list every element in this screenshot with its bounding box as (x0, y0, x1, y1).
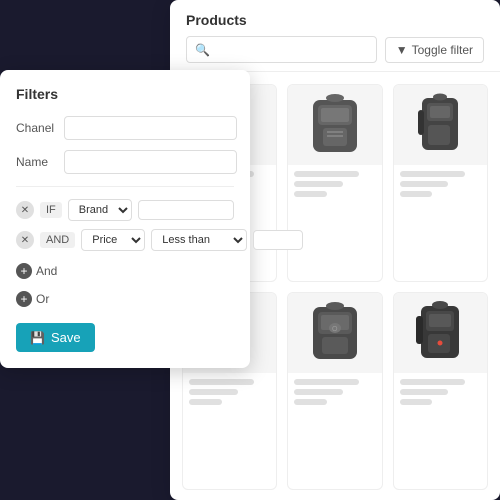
condition-2-field-select[interactable]: Price Brand Name (81, 229, 145, 251)
add-condition-button[interactable]: + And (16, 259, 57, 283)
products-title: Products (186, 12, 484, 28)
product-card[interactable] (287, 84, 382, 282)
product-line (400, 181, 449, 187)
add-group-button[interactable]: + Or (16, 287, 49, 311)
product-line (400, 379, 465, 385)
filters-title: Filters (16, 86, 234, 102)
save-icon: 💾 (30, 331, 45, 345)
filter-field-name: Name (16, 150, 234, 174)
product-line (294, 399, 327, 405)
product-image (288, 85, 381, 165)
search-input[interactable] (214, 42, 368, 57)
product-card[interactable] (393, 84, 488, 282)
product-image: O (288, 293, 381, 373)
condition-1-value-input[interactable] (138, 200, 234, 220)
filter-chanel-input[interactable] (64, 116, 237, 140)
product-card[interactable] (393, 292, 488, 490)
filter-name-input[interactable] (64, 150, 237, 174)
filter-condition-row-1: ✕ IF Brand Price Name (16, 199, 234, 221)
add-condition-label: And (36, 264, 57, 278)
filters-panel: Filters Chanel Name ✕ IF Brand Price Nam… (0, 70, 250, 368)
product-image (394, 293, 487, 373)
product-line (400, 191, 433, 197)
toggle-filter-button[interactable]: ▼ Toggle filter (385, 37, 484, 63)
search-input-wrap: 🔍 (186, 36, 377, 63)
condition-2-operator-select[interactable]: Less than Greater than Equals (151, 229, 247, 251)
product-info (394, 373, 487, 415)
filter-chanel-label: Chanel (16, 121, 64, 135)
product-line (400, 171, 465, 177)
condition-2-connector: AND (40, 232, 75, 248)
filter-icon: ▼ (396, 43, 408, 57)
condition-2-value-input[interactable] (253, 230, 303, 250)
product-line (294, 379, 359, 385)
products-header: Products 🔍 ▼ Toggle filter (170, 0, 500, 72)
condition-1-connector: IF (40, 202, 62, 218)
product-info (288, 165, 381, 207)
svg-text:O: O (332, 326, 338, 333)
filter-condition-row-2: ✕ AND Price Brand Name Less than Greater… (16, 229, 234, 251)
product-line (294, 389, 343, 395)
search-bar: 🔍 ▼ Toggle filter (186, 36, 484, 63)
filter-divider (16, 186, 234, 187)
product-info (183, 373, 276, 415)
product-info (394, 165, 487, 207)
filter-field-chanel: Chanel (16, 116, 234, 140)
product-info (288, 373, 381, 415)
remove-condition-1-button[interactable]: ✕ (16, 201, 34, 219)
toggle-filter-label: Toggle filter (412, 43, 473, 57)
product-line (294, 181, 343, 187)
product-line (294, 191, 327, 197)
product-line (189, 389, 238, 395)
condition-1-field-select[interactable]: Brand Price Name (68, 199, 132, 221)
add-condition-icon: + (16, 263, 32, 279)
filter-name-label: Name (16, 155, 64, 169)
save-label: Save (51, 330, 81, 345)
product-line (189, 379, 254, 385)
add-group-label: Or (36, 292, 49, 306)
save-button[interactable]: 💾 Save (16, 323, 95, 352)
product-line (400, 389, 449, 395)
product-image (394, 85, 487, 165)
search-icon: 🔍 (195, 43, 210, 57)
product-line (189, 399, 222, 405)
add-group-icon: + (16, 291, 32, 307)
product-card[interactable]: O (287, 292, 382, 490)
product-line (294, 171, 359, 177)
remove-condition-2-button[interactable]: ✕ (16, 231, 34, 249)
product-line (400, 399, 433, 405)
